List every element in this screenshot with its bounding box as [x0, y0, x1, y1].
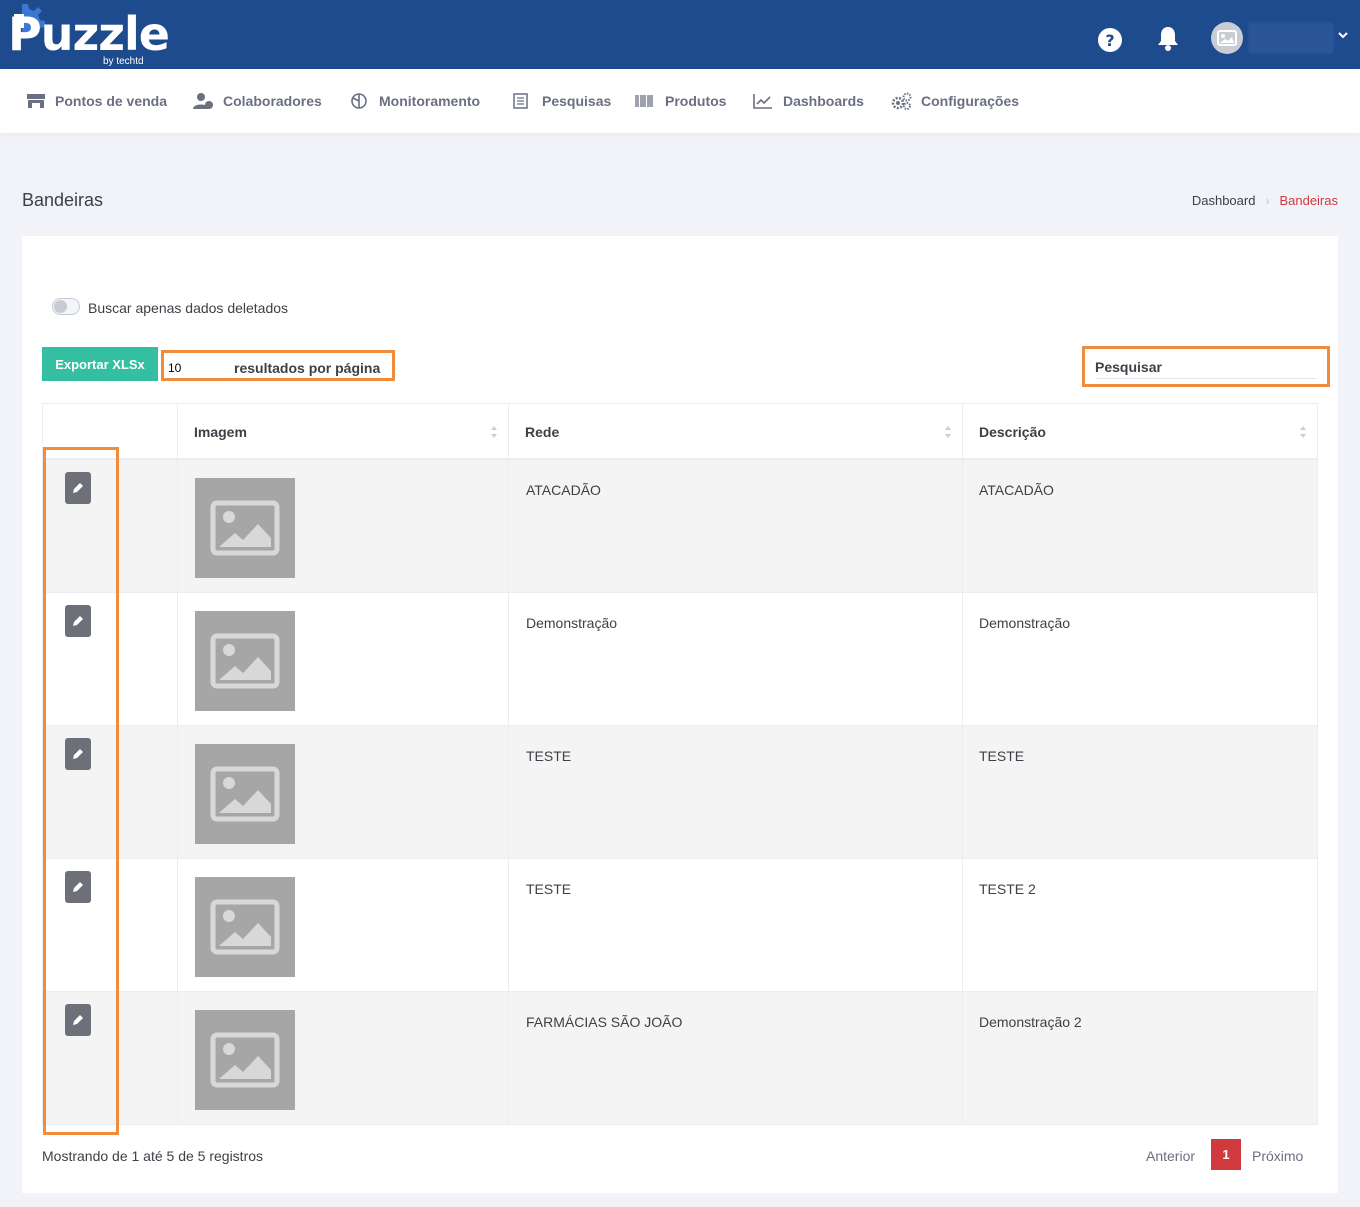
cell-descricao: TESTE 2 — [979, 881, 1036, 897]
edit-button[interactable] — [65, 738, 91, 770]
image-placeholder-icon — [210, 633, 280, 689]
search-control — [1082, 346, 1330, 387]
toggle-knob — [54, 300, 67, 313]
nav-item-configuracoes[interactable]: Configurações — [891, 69, 1019, 133]
table-row: FARMÁCIAS SÃO JOÃO Demonstração 2 — [42, 992, 1318, 1125]
table-info: Mostrando de 1 até 5 de 5 registros — [42, 1148, 264, 1164]
pencil-icon — [73, 882, 83, 892]
cell-rede: Demonstração — [526, 615, 618, 631]
pagination-previous[interactable]: Anterior — [1146, 1148, 1195, 1164]
barcode-icon — [635, 95, 653, 107]
cell-rede: TESTE — [526, 881, 572, 897]
edit-button[interactable] — [65, 1004, 91, 1036]
logo[interactable]: Puzzle by techtd — [8, 2, 170, 68]
avatar[interactable] — [1211, 22, 1243, 54]
chevron-right-icon: › — [1265, 193, 1270, 208]
column-header-descricao[interactable]: Descrição — [963, 404, 1317, 459]
nav-item-label: Colaboradores — [223, 93, 322, 109]
survey-icon — [513, 93, 528, 109]
image-placeholder — [195, 478, 295, 578]
nav-item-produtos[interactable]: Produtos — [635, 69, 726, 133]
cell-rede: ATACADÃO — [526, 482, 601, 498]
per-page-label: resultados por página — [234, 360, 381, 376]
breadcrumb-current: Bandeiras — [1279, 193, 1338, 208]
page-title: Bandeiras — [22, 190, 104, 210]
users-icon — [193, 93, 213, 109]
image-placeholder — [195, 744, 295, 844]
logo-text: Puzzle — [8, 7, 170, 61]
table-row: Demonstração Demonstração — [42, 593, 1318, 726]
cell-descricao: Demonstração 2 — [979, 1014, 1082, 1030]
column-header-label: Rede — [525, 423, 560, 440]
nav-item-label: Dashboards — [783, 93, 864, 109]
breadcrumb: Dashboard › Bandeiras — [1192, 193, 1338, 208]
column-header-label: Descrição — [979, 423, 1046, 440]
logo-subtitle: by techtd — [103, 56, 144, 67]
cell-descricao: TESTE — [979, 748, 1025, 764]
sort-icon — [1300, 426, 1306, 438]
cell-descricao: ATACADÃO — [979, 482, 1054, 498]
nav-item-label: Monitoramento — [379, 93, 481, 109]
sort-icon — [945, 426, 951, 438]
nav-item-monitoramento[interactable]: Monitoramento — [350, 69, 480, 133]
table-header: Imagem Rede Descrição — [42, 403, 1318, 460]
pencil-icon — [73, 749, 83, 759]
per-page-select[interactable]: 10 — [168, 361, 181, 375]
nav-item-label: Pontos de venda — [55, 93, 168, 109]
export-xlsx-button[interactable]: Exportar XLSx — [42, 347, 158, 381]
svg-text:?: ? — [1105, 31, 1114, 50]
cell-rede: TESTE — [526, 748, 572, 764]
cell-descricao: Demonstração — [979, 615, 1071, 631]
monitor-icon — [351, 93, 367, 109]
help-circle-icon[interactable]: ? — [1096, 26, 1124, 54]
search-input[interactable] — [1095, 355, 1317, 379]
edit-button[interactable] — [65, 472, 91, 504]
deleted-only-label: Buscar apenas dados deletados — [88, 300, 289, 316]
column-header-actions — [43, 404, 178, 459]
breadcrumb-home-link[interactable]: Dashboard — [1192, 193, 1256, 208]
main-nav: Pontos de venda Colaboradores Monitorame… — [0, 69, 1360, 133]
top-bar: Puzzle by techtd ? — [0, 0, 1360, 69]
deleted-only-toggle[interactable] — [52, 298, 80, 315]
user-name-redacted[interactable] — [1248, 22, 1334, 54]
cell-rede: FARMÁCIAS SÃO JOÃO — [526, 1014, 683, 1030]
pencil-icon — [73, 1015, 83, 1025]
per-page-control: 10 resultados por página — [161, 350, 395, 381]
nav-item-label: Pesquisas — [542, 93, 612, 109]
pagination-page-1[interactable]: 1 — [1211, 1139, 1241, 1170]
pencil-icon — [73, 483, 83, 493]
edit-button[interactable] — [65, 605, 91, 637]
chart-line-icon — [753, 94, 772, 109]
nav-item-pesquisas[interactable]: Pesquisas — [513, 69, 611, 133]
image-placeholder-icon — [210, 899, 280, 955]
image-placeholder-icon — [210, 1032, 280, 1088]
store-icon — [27, 94, 45, 108]
avatar-image-icon — [1217, 30, 1237, 46]
image-placeholder — [195, 877, 295, 977]
nav-item-dashboards[interactable]: Dashboards — [753, 69, 864, 133]
image-placeholder — [195, 1010, 295, 1110]
nav-item-label: Configurações — [921, 93, 1020, 109]
column-header-rede[interactable]: Rede — [509, 404, 963, 459]
table-row: ATACADÃO ATACADÃO — [42, 460, 1318, 593]
pencil-icon — [73, 616, 83, 626]
image-placeholder-icon — [210, 500, 280, 556]
column-header-imagem[interactable]: Imagem — [178, 404, 509, 459]
nav-item-label: Produtos — [665, 93, 727, 109]
sort-icon — [491, 426, 497, 438]
image-placeholder-icon — [210, 766, 280, 822]
bell-icon[interactable] — [1154, 24, 1182, 52]
nav-item-pontos-de-venda[interactable]: Pontos de venda — [26, 69, 167, 133]
column-header-label: Imagem — [194, 423, 247, 440]
table-row: TESTE TESTE — [42, 726, 1318, 859]
gears-icon — [891, 92, 912, 110]
table-row: TESTE TESTE 2 — [42, 859, 1318, 992]
image-placeholder — [195, 611, 295, 711]
pagination-next[interactable]: Próximo — [1252, 1148, 1303, 1164]
nav-item-colaboradores[interactable]: Colaboradores — [193, 69, 322, 133]
edit-button[interactable] — [65, 871, 91, 903]
chevron-down-icon[interactable] — [1336, 28, 1350, 42]
